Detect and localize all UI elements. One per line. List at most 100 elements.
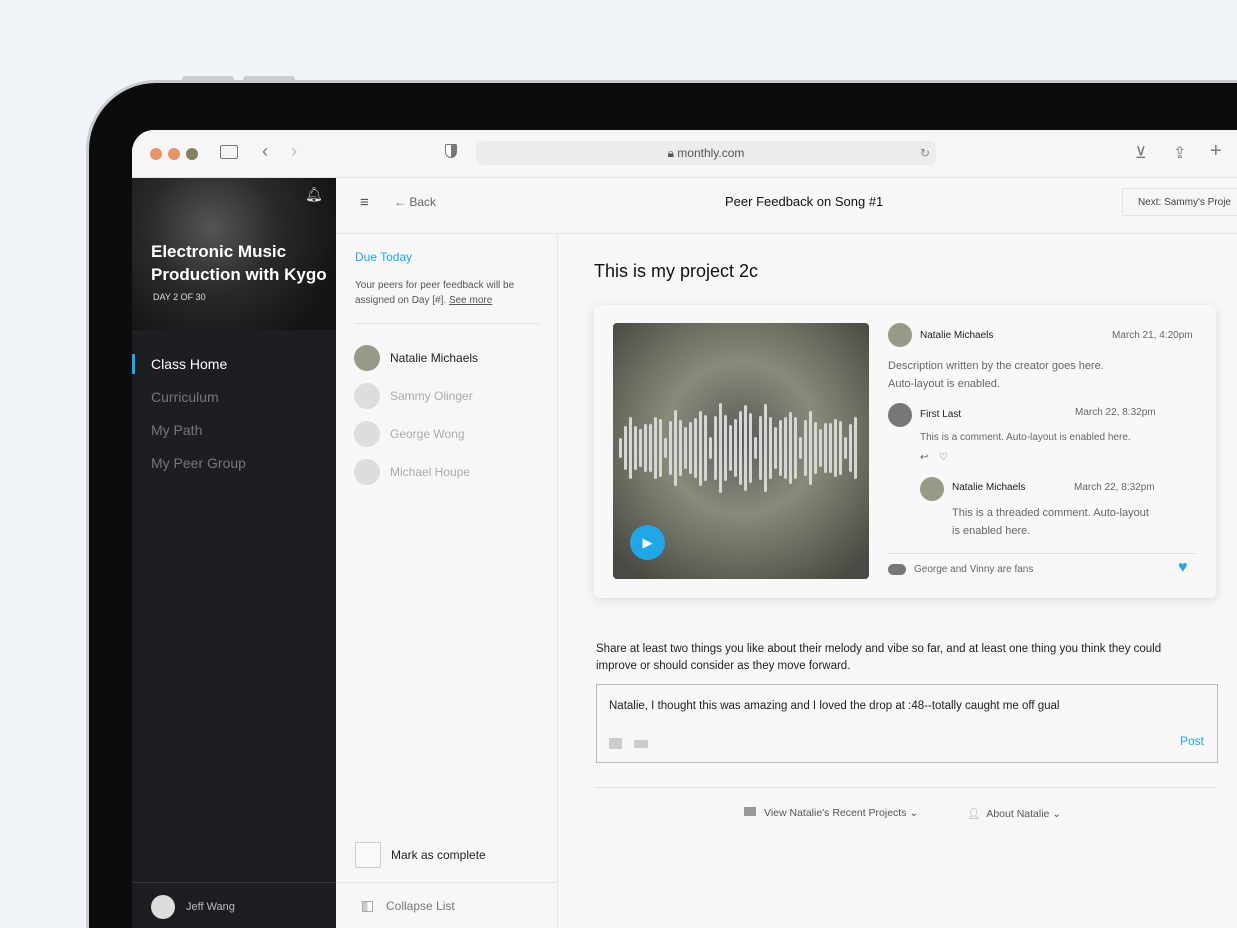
avatar [354,421,380,447]
wave-bar [774,426,777,470]
user-profile[interactable]: Jeff Wang [132,882,336,928]
sidebar-toggle-icon[interactable] [220,145,238,159]
like-icon[interactable]: ♡ [939,452,948,463]
play-button[interactable]: ▶ [630,525,665,560]
wave-bar [794,417,797,479]
fans-avatars [888,564,906,575]
peer-item[interactable]: Michael Houpe [354,459,470,485]
wave-bar [694,417,697,479]
bell-icon[interactable]: 🔔︎ [305,186,323,203]
wave-bar [664,437,667,459]
peer-item[interactable]: Sammy Olinger [354,383,473,409]
avatar [920,477,944,501]
comment-text: This is a comment. Auto-layout is enable… [920,432,1131,443]
prompt-line: improve or should consider as they move … [596,660,851,672]
sidebar-item-my-path[interactable]: My Path [151,422,202,438]
minimize-window-button[interactable] [168,148,180,160]
wave-bar [789,412,792,484]
reload-icon[interactable]: ↻ [920,141,930,165]
about-label: About Natalie [986,808,1050,820]
peer-list-panel: Due Today Your peers for peer feedback w… [336,178,558,928]
avatar [354,459,380,485]
see-more-link[interactable]: See more [449,295,492,306]
wave-bar [624,425,627,471]
sidebar-item-my-peer-group[interactable]: My Peer Group [151,455,246,471]
divider [594,787,1216,788]
creator-name: Natalie Michaels [920,330,994,341]
reply-text-line: This is a threaded comment. Auto-layout [952,507,1149,519]
back-nav-icon[interactable]: ‹ [262,141,268,162]
close-window-button[interactable] [150,148,162,160]
avatar [888,403,912,427]
person-icon: 👤︎ [967,808,981,820]
avatar [151,895,175,919]
wave-bar [764,403,767,493]
wave-bar [824,422,827,474]
share-icon[interactable]: ⇪ [1173,143,1186,163]
grid-icon [744,807,756,816]
mark-complete-checkbox[interactable] [355,842,381,868]
prompt-line: Share at least two things you like about… [596,643,1162,655]
course-title-line: Electronic Music [151,242,287,261]
avatar [888,323,912,347]
maximize-window-button[interactable] [186,148,198,160]
recent-projects-label: View Natalie's Recent Projects [764,807,907,819]
comment-author: First Last [920,409,962,420]
mark-complete-label: Mark as complete [391,848,486,862]
lock-icon: 🔒︎ [667,146,678,160]
sidebar-item-class-home[interactable]: Class Home [151,356,227,372]
menu-icon[interactable]: ≡ [360,194,369,211]
waveform [619,393,863,503]
wave-bar [779,420,782,476]
about-link[interactable]: 👤︎ About Natalie ⌄ [967,807,1061,820]
divider [355,323,539,324]
active-indicator [132,354,135,374]
comment-time: March 22, 8:32pm [1075,407,1156,418]
back-label: Back [409,195,437,209]
forward-nav-icon[interactable]: › [291,141,297,162]
wave-bar [784,417,787,479]
wave-bar [844,436,847,460]
recent-projects-link[interactable]: View Natalie's Recent Projects ⌄ [744,807,918,819]
post-button[interactable]: Post [1180,734,1204,748]
wave-bar [754,436,757,460]
page-title: Peer Feedback on Song #1 [725,194,884,209]
peer-item[interactable]: Natalie Michaels [354,345,478,371]
feedback-input[interactable]: Natalie, I thought this was amazing and … [596,684,1218,763]
peer-item[interactable]: George Wong [354,421,465,447]
collapse-icon [362,901,373,912]
video-icon[interactable] [634,740,648,748]
peer-name: Michael Houpe [390,465,471,479]
project-card: ▶ Natalie Michaels March 21, 4:20pm Desc… [594,305,1216,598]
shield-icon[interactable] [445,144,457,158]
sidebar: 🔔︎ Electronic Music Production with Kygo … [132,178,336,928]
collapse-label: Collapse List [386,899,455,913]
address-bar[interactable]: 🔒︎ monthly.com ↻ [476,141,936,165]
collapse-list-button[interactable]: Collapse List [336,882,558,928]
back-button[interactable]: ← Back [394,195,436,209]
next-project-button[interactable]: Next: Sammy's Proje [1121,188,1237,216]
audio-player[interactable]: ▶ [613,323,869,579]
wave-bar [654,417,657,479]
due-text-line: Your peers for peer feedback will be [355,280,515,291]
mark-complete[interactable]: Mark as complete [355,842,486,868]
wave-bar [619,438,622,458]
sidebar-item-curriculum[interactable]: Curriculum [151,389,219,405]
user-name: Jeff Wang [186,901,235,913]
wave-bar [704,414,707,482]
peer-name: George Wong [390,427,465,441]
wave-bar [769,416,772,480]
browser-toolbar: ‹ › 🔒︎ monthly.com ↻ ⊻ ⇪ + [132,130,1237,178]
download-icon[interactable]: ⊻ [1135,143,1147,163]
divider [888,553,1196,554]
course-title: Electronic Music Production with Kygo [151,240,327,286]
image-icon[interactable] [609,738,622,749]
reply-time: March 22, 8:32pm [1074,482,1155,493]
new-tab-icon[interactable]: + [1210,140,1222,163]
avatar [354,383,380,409]
course-day: DAY 2 OF 30 [153,292,206,302]
heart-icon[interactable]: ♥ [1178,559,1188,577]
wave-bar [629,416,632,480]
reply-text: This is a threaded comment. Auto-layout i… [952,504,1149,540]
reply-icon[interactable]: ↩ [920,452,928,463]
